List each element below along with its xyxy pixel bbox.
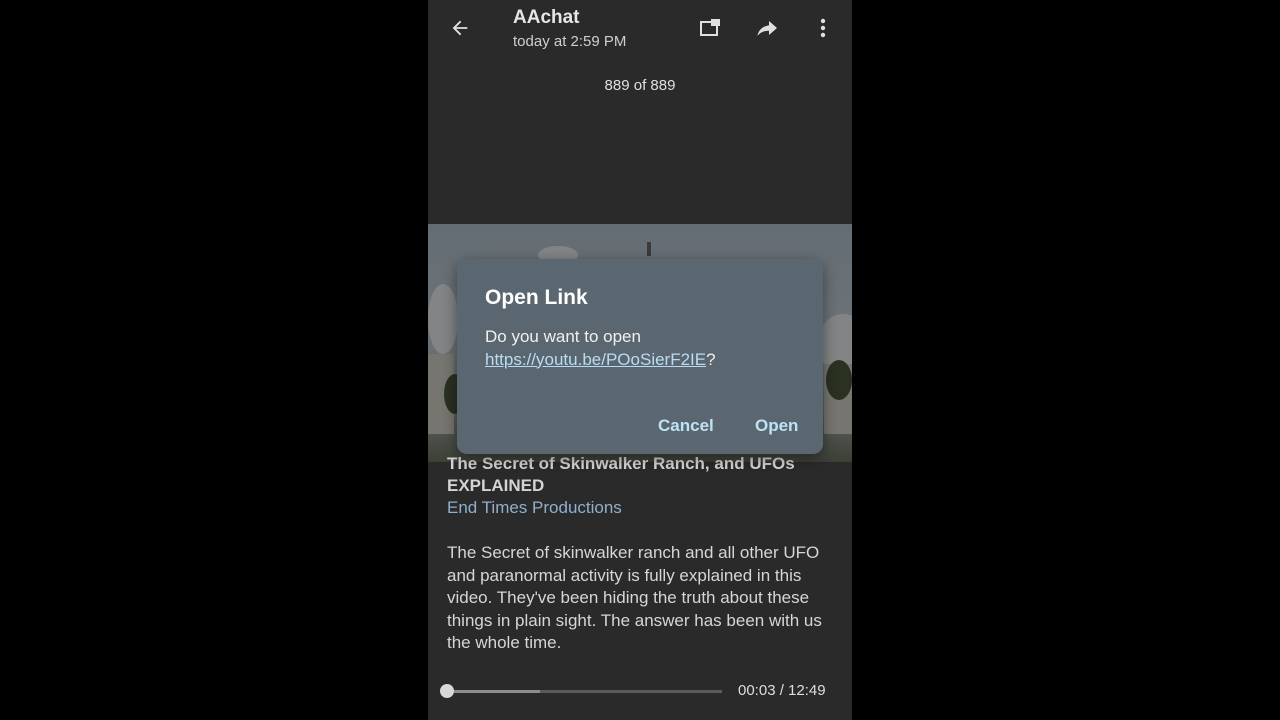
dialog-link[interactable]: https://youtu.be/POoSierF2IE [485, 350, 706, 369]
media-counter: 889 of 889 [604, 77, 676, 94]
seek-handle[interactable] [440, 684, 454, 698]
share-button[interactable] [753, 14, 781, 42]
video-title: The Secret of Skinwalker Ranch, and UFOs… [447, 454, 795, 495]
more-options-button[interactable] [809, 14, 837, 42]
seek-bar[interactable] [446, 690, 722, 693]
dialog-title: Open Link [485, 286, 588, 309]
seek-buffered [446, 690, 540, 693]
chat-timestamp: today at 2:59 PM [513, 33, 627, 50]
channel-link[interactable]: End Times Productions [447, 497, 622, 519]
dialog-message-prefix: Do you want to open [485, 327, 641, 346]
back-button[interactable] [446, 14, 474, 42]
picture-in-picture-button[interactable] [696, 14, 724, 42]
open-button[interactable]: Open [755, 415, 798, 437]
share-icon [757, 21, 777, 36]
dialog-message: Do you want to open https://youtu.be/POo… [485, 326, 805, 371]
playback-time: 00:03 / 12:49 [738, 682, 826, 699]
phone-screen: AAchat today at 2:59 PM 889 of 889 The S… [428, 0, 852, 720]
dialog-message-suffix: ? [706, 349, 716, 369]
picture-in-picture-icon [700, 19, 720, 36]
more-vert-icon [820, 18, 826, 38]
chat-title: AAchat [513, 7, 580, 28]
app-header: AAchat today at 2:59 PM [428, 0, 852, 60]
open-link-dialog: Open Link Do you want to open https://yo… [457, 259, 823, 454]
video-description: The Secret of skinwalker ranch and all o… [447, 543, 822, 652]
chat-title-block: AAchat today at 2:59 PM [513, 6, 626, 52]
arrow-left-icon [452, 20, 468, 36]
cancel-button[interactable]: Cancel [658, 415, 714, 437]
